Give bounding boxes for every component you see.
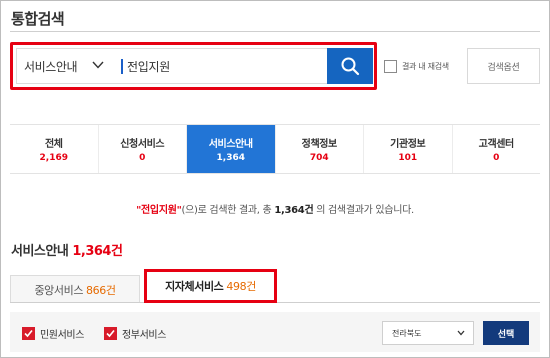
title-divider [10, 31, 540, 32]
tab-customer-center[interactable]: 고객센터 0 [452, 125, 540, 173]
search-icon [341, 57, 360, 76]
recheck-toggle[interactable]: 결과 내 재검색 [384, 60, 449, 73]
tab-count: 1,364 [216, 153, 245, 163]
tab-local-services[interactable]: 지자체서비스 498건 [144, 269, 277, 303]
search-input[interactable] [127, 52, 327, 80]
filter-government-services[interactable]: 정부서비스 [104, 326, 166, 341]
tab-count: 704 [309, 153, 329, 163]
checkbox-checked[interactable] [22, 327, 35, 340]
check-icon [106, 329, 115, 338]
search-category-select[interactable]: 서비스안내 [17, 49, 113, 83]
search-bar: 서비스안내 [16, 48, 373, 84]
select-button[interactable]: 선택 [483, 321, 529, 345]
search-options-button[interactable]: 검색옵션 [467, 48, 540, 84]
tab-all[interactable]: 전체 2,169 [10, 125, 99, 173]
tab-application-services[interactable]: 신청서비스 0 [98, 125, 187, 173]
filter-civil-services[interactable]: 민원서비스 [22, 326, 84, 341]
tab-count: 0 [493, 153, 500, 163]
subtab-label: 지자체서비스 [165, 280, 224, 293]
tab-label: 정책정보 [301, 139, 338, 150]
section-heading: 서비스안내 1,364건 [11, 240, 123, 259]
recheck-checkbox[interactable] [384, 60, 397, 73]
tab-count: 2,169 [39, 153, 68, 163]
tab-service-guide[interactable]: 서비스안내 1,364 [187, 125, 276, 173]
tab-label: 전체 [44, 139, 63, 150]
recheck-label: 결과 내 재검색 [402, 62, 449, 71]
page-title: 통합검색 [11, 10, 65, 28]
section-count: 1,364건 [72, 244, 123, 259]
tab-label: 서비스안내 [208, 139, 253, 150]
filter-label: 정부서비스 [122, 330, 167, 341]
filter-bar: 민원서비스 정부서비스 전라북도 선택 [10, 312, 540, 352]
search-category-label: 서비스안내 [24, 59, 78, 74]
chevron-down-icon [457, 330, 465, 336]
tab-label: 신청서비스 [120, 139, 165, 150]
result-summary: "전입지원"(으)로 검색한 결과, 총 1,364건 의 검색결과가 있습니다… [0, 201, 550, 216]
filter-label: 민원서비스 [40, 330, 85, 341]
category-tabs: 전체 2,169 신청서비스 0 서비스안내 1,364 정책정보 704 기관… [10, 124, 540, 174]
text-cursor [121, 59, 123, 74]
tab-central-services[interactable]: 중앙서비스 866건 [10, 275, 140, 303]
result-total: 1,364건 [274, 205, 314, 216]
chevron-down-icon [92, 61, 104, 69]
checkbox-checked[interactable] [104, 327, 117, 340]
subtab-label: 중앙서비스 [34, 283, 84, 297]
subtab-count: 498건 [226, 280, 256, 293]
result-text-2: 의 검색결과가 있습니다. [313, 205, 414, 216]
search-button[interactable] [327, 48, 373, 84]
region-select[interactable]: 전라북도 [382, 321, 474, 345]
result-keyword: "전입지원" [136, 205, 182, 216]
check-icon [24, 329, 33, 338]
tab-policy-info[interactable]: 정책정보 704 [275, 125, 364, 173]
tab-label: 고객센터 [478, 139, 515, 150]
section-title: 서비스안내 [11, 244, 69, 259]
tab-label: 기관정보 [390, 139, 426, 150]
result-text-1: (으)로 검색한 결과, 총 [181, 205, 275, 216]
tab-count: 0 [139, 153, 146, 163]
tab-agency-info[interactable]: 기관정보 101 [364, 125, 453, 173]
tab-count: 101 [398, 153, 418, 163]
sub-tabs: 중앙서비스 866건 지자체서비스 498건 [10, 267, 540, 303]
region-value: 전라북도 [392, 328, 422, 338]
subtab-count: 866건 [86, 283, 116, 297]
